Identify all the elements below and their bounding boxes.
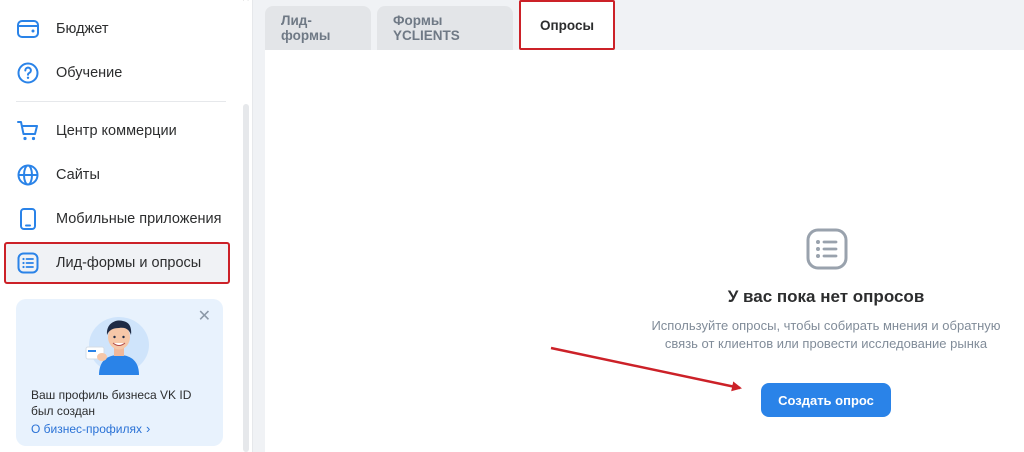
sidebar-item-label: Центр коммерции — [56, 123, 177, 139]
list-icon — [806, 228, 848, 270]
sidebar-item-mobile-apps[interactable]: Мобильные приложения — [6, 199, 228, 239]
smartphone-icon — [16, 207, 40, 231]
empty-state-title: У вас пока нет опросов — [727, 287, 925, 306]
sidebar-item-label: Мобильные приложения — [56, 211, 222, 227]
business-profile-promo-card: ✕ Ваш профиль бизнеса VK ID был создан О… — [16, 299, 223, 446]
close-icon[interactable]: ✕ — [198, 309, 211, 325]
sidebar-item-label: Бюджет — [56, 21, 109, 37]
scroll-up-caret-icon[interactable]: ⌃ — [240, 0, 252, 11]
sidebar-item-sites[interactable]: Сайты — [6, 155, 228, 195]
sidebar-item-label: Сайты — [56, 167, 100, 183]
list-form-icon — [16, 251, 40, 275]
surveys-panel — [265, 50, 1024, 452]
sidebar-divider — [16, 101, 226, 102]
promo-link-label: О бизнес-профилях — [31, 421, 142, 436]
business-profiles-link[interactable]: О бизнес-профилях › — [31, 421, 150, 436]
sidebar-item-lead-forms[interactable]: Лид-формы и опросы — [4, 242, 230, 284]
person-with-card-illustration — [83, 311, 153, 375]
tab-surveys[interactable]: Опросы — [519, 0, 615, 50]
cart-icon — [16, 119, 40, 143]
sidebar-item-label: Лид-формы и опросы — [56, 255, 202, 271]
sidebar-item-learning[interactable]: Обучение — [6, 53, 228, 93]
question-circle-icon — [16, 61, 40, 85]
sidebar-item-budget[interactable]: Бюджет — [6, 9, 228, 49]
tab-bar: Лид-формы Формы YCLIENTS Опросы — [265, 0, 621, 50]
main-content: Лид-формы Формы YCLIENTS Опросы — [253, 0, 1024, 452]
sidebar-item-label: Обучение — [56, 65, 123, 81]
globe-icon — [16, 163, 40, 187]
sidebar-scrollbar[interactable] — [243, 104, 249, 452]
sidebar: ⌃ Бюджет Обучение Центр коммерции Сайты … — [0, 0, 253, 452]
sidebar-item-commerce[interactable]: Центр коммерции — [6, 111, 228, 151]
empty-state-description: Используйте опросы, чтобы собирать мнени… — [651, 318, 1001, 351]
wallet-icon — [16, 17, 40, 41]
tab-lead-forms[interactable]: Лид-формы — [265, 6, 371, 50]
chevron-right-icon: › — [145, 421, 151, 436]
create-survey-button[interactable]: Создать опрос — [761, 383, 891, 417]
promo-text: Ваш профиль бизнеса VK ID был создан — [31, 388, 192, 418]
tab-yclients-forms[interactable]: Формы YCLIENTS — [377, 6, 513, 50]
